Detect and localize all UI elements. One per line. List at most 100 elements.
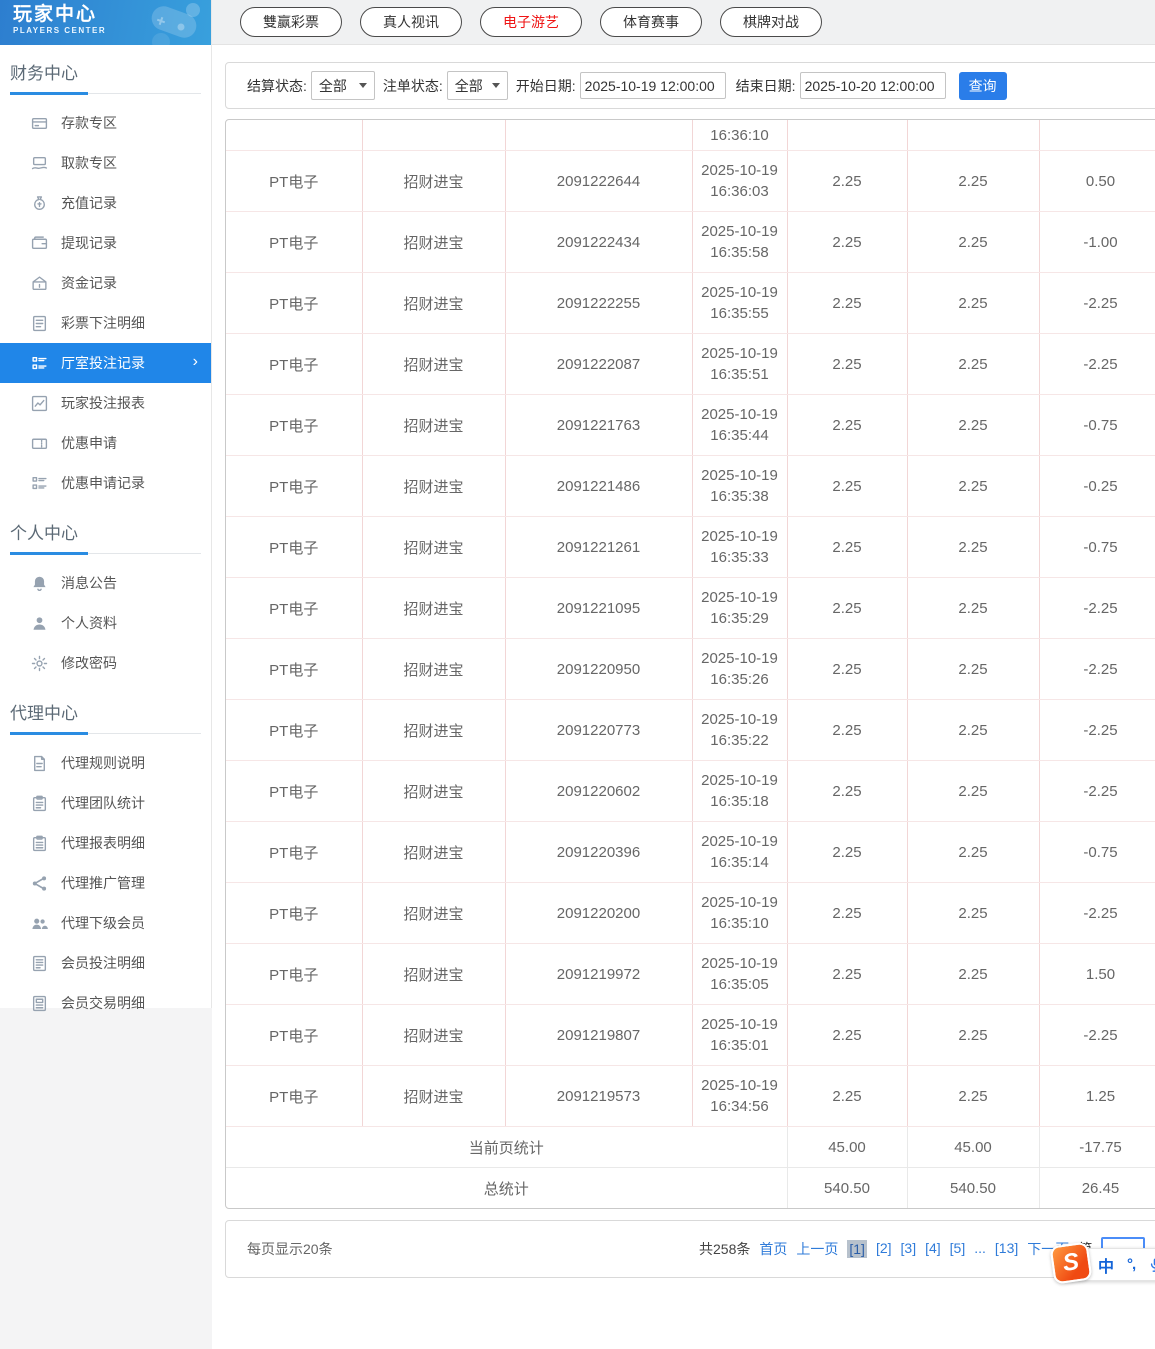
sidebar-item-label: 厅室投注记录 [61, 355, 145, 371]
sidebar-item-lottery-bet-detail[interactable]: 彩票下注明细 [0, 303, 211, 343]
gear-icon [30, 654, 48, 672]
sidebar-item-agent-rules[interactable]: 代理规则说明 [0, 743, 211, 783]
ime-toolbar: S 中 °, [1049, 1241, 1155, 1285]
cell-order-no: 2091220396 [505, 821, 693, 883]
sidebar-item-agent-members[interactable]: 代理下级会员 [0, 903, 211, 943]
cell-product: 招财进宝 [362, 638, 506, 700]
sidebar-item-label: 修改密码 [61, 655, 117, 671]
page-number[interactable]: [3] [901, 1240, 917, 1258]
microphone-icon[interactable] [1148, 1257, 1155, 1273]
cell-winloss: -0.25 [1039, 455, 1155, 517]
tab-slots[interactable]: 电子游艺 [480, 7, 582, 37]
cell-game: PT电子 [226, 638, 363, 700]
settle-status-select[interactable]: 全部 [310, 71, 375, 100]
cell-product: 招财进宝 [362, 1065, 506, 1127]
sidebar-item-label: 充值记录 [61, 195, 117, 211]
table-row: PT电子 招财进宝 2091219972 2025-10-19 16:35:05 2.25… [226, 943, 1155, 1005]
cell-winloss: -2.25 [1039, 272, 1155, 334]
cell-product: 招财进宝 [362, 333, 506, 395]
cell-bet: 2.25 [787, 943, 908, 1005]
sidebar-item-withdraw[interactable]: 取款专区 [0, 143, 211, 183]
clipboard-report-icon [30, 834, 48, 852]
table-row: PT电子 招财进宝 2091222255 2025-10-19 16:35:55 2.25… [226, 272, 1155, 334]
cell-order-no: 2091221261 [505, 516, 693, 578]
stats-bet: 45.00 [787, 1126, 908, 1168]
tab-lottery[interactable]: 雙赢彩票 [240, 7, 342, 37]
cell-game: PT电子 [226, 333, 363, 395]
start-date-input[interactable] [579, 72, 726, 99]
cell-product: 招财进宝 [362, 150, 506, 212]
cell-date: 2025-10-19 16:35:18 [692, 760, 788, 822]
page-size-text: 每页显示20条 [247, 1241, 333, 1257]
sidebar-item-agent-team-stats[interactable]: 代理团队统计 [0, 783, 211, 823]
page-number[interactable]: [2] [876, 1240, 892, 1258]
tab-board-games[interactable]: 棋牌对战 [720, 7, 822, 37]
page-number[interactable]: [5] [950, 1240, 966, 1258]
table-row: PT电子 招财进宝 2091219807 2025-10-19 16:35:01 2.25… [226, 1004, 1155, 1066]
cell-valid: 2.25 [907, 821, 1040, 883]
sidebar-item-agent-report-detail[interactable]: 代理报表明细 [0, 823, 211, 863]
page-number[interactable]: [13] [995, 1240, 1018, 1258]
sidebar-item-notice[interactable]: 消息公告 [0, 563, 211, 603]
cell-valid: 2.25 [907, 638, 1040, 700]
ime-language-toggle[interactable]: 中 [1098, 1253, 1114, 1277]
sidebar-item-profile[interactable]: 个人资料 [0, 603, 211, 643]
tab-live[interactable]: 真人视讯 [360, 7, 462, 37]
cell-valid: 2.25 [907, 1065, 1040, 1127]
tab-sports[interactable]: 体育赛事 [600, 7, 702, 37]
cell-valid: 2.25 [907, 882, 1040, 944]
cell-valid: 2.25 [907, 272, 1040, 334]
total-stats-row: 总统计 540.50 540.50 26.45 [226, 1167, 1155, 1208]
order-status-select[interactable]: 全部 [446, 71, 508, 100]
table-row: PT电子 招财进宝 2091220950 2025-10-19 16:35:26 2.25… [226, 638, 1155, 700]
cell-valid: 2.25 [907, 760, 1040, 822]
order-status-label: 注单状态: [382, 77, 443, 94]
sidebar-item-member-trade-detail[interactable]: 会员交易明细 [0, 983, 211, 1023]
cell-product [362, 120, 506, 151]
sidebar-item-promo-apply[interactable]: 优惠申请 [0, 423, 211, 463]
sidebar-item-recharge-record[interactable]: 充值记录 [0, 183, 211, 223]
sidebar-item-hall-bet-record[interactable]: 厅室投注记录 › [0, 343, 211, 383]
sidebar-item-player-bet-report[interactable]: 玩家投注报表 [0, 383, 211, 423]
page-first-link[interactable]: 首页 [759, 1239, 787, 1259]
table-row: PT电子 招财进宝 2091222644 2025-10-19 16:36:03 2.25… [226, 150, 1155, 212]
table-row-partial: 16:36:10 [226, 120, 1155, 151]
sidebar-item-withdraw-record[interactable]: 提现记录 [0, 223, 211, 263]
ime-punctuation-toggle[interactable]: °, [1127, 1256, 1136, 1273]
cell-winloss: -2.25 [1039, 638, 1155, 700]
sidebar-item-label: 优惠申请记录 [61, 475, 145, 491]
sidebar-item-label: 代理推广管理 [61, 875, 145, 891]
cell-valid: 2.25 [907, 455, 1040, 517]
page-number-current[interactable]: [1] [847, 1240, 867, 1258]
sidebar-item-member-bet-detail[interactable]: 会员投注明细 [0, 943, 211, 983]
sogou-logo-icon[interactable]: S [1049, 1241, 1093, 1285]
list-record-icon [30, 474, 48, 492]
table-row: PT电子 招财进宝 2091221763 2025-10-19 16:35:44 2.25… [226, 394, 1155, 456]
cell-valid [907, 120, 1040, 151]
cell-winloss: 0.50 [1039, 150, 1155, 212]
cell-bet: 2.25 [787, 882, 908, 944]
cell-order-no: 2091219573 [505, 1065, 693, 1127]
cell-bet: 2.25 [787, 1004, 908, 1066]
section-underline [10, 732, 201, 735]
end-date-input[interactable] [799, 72, 946, 99]
settle-status-value: 全部 [318, 77, 347, 94]
sidebar-item-promo-apply-record[interactable]: 优惠申请记录 [0, 463, 211, 503]
share-icon [30, 874, 48, 892]
cell-game: PT电子 [226, 211, 363, 273]
bet-records-table: 16:36:10 PT电子 招财进宝 2091222644 2025-10-19 16:3… [225, 119, 1155, 1209]
cell-date: 2025-10-19 16:35:10 [692, 882, 788, 944]
sidebar-item-agent-promote[interactable]: 代理推广管理 [0, 863, 211, 903]
sidebar-item-deposit[interactable]: 存款专区 [0, 103, 211, 143]
page-prev-link[interactable]: 上一页 [796, 1239, 838, 1259]
sidebar-item-funds-record[interactable]: 资金记录 [0, 263, 211, 303]
query-button[interactable]: 查询 [958, 71, 1007, 100]
cell-product: 招财进宝 [362, 760, 506, 822]
sidebar-item-label: 个人资料 [61, 615, 117, 631]
sidebar-item-password[interactable]: 修改密码 [0, 643, 211, 683]
page-number[interactable]: [4] [925, 1240, 941, 1258]
cell-game: PT电子 [226, 150, 363, 212]
sidebar: 玩家中心 PLAYERS CENTER 财务中心 存款专区 取款专区 充值记录 提现记录… [0, 0, 212, 1011]
cell-order-no: 2091219807 [505, 1004, 693, 1066]
cell-order-no: 2091222434 [505, 211, 693, 273]
